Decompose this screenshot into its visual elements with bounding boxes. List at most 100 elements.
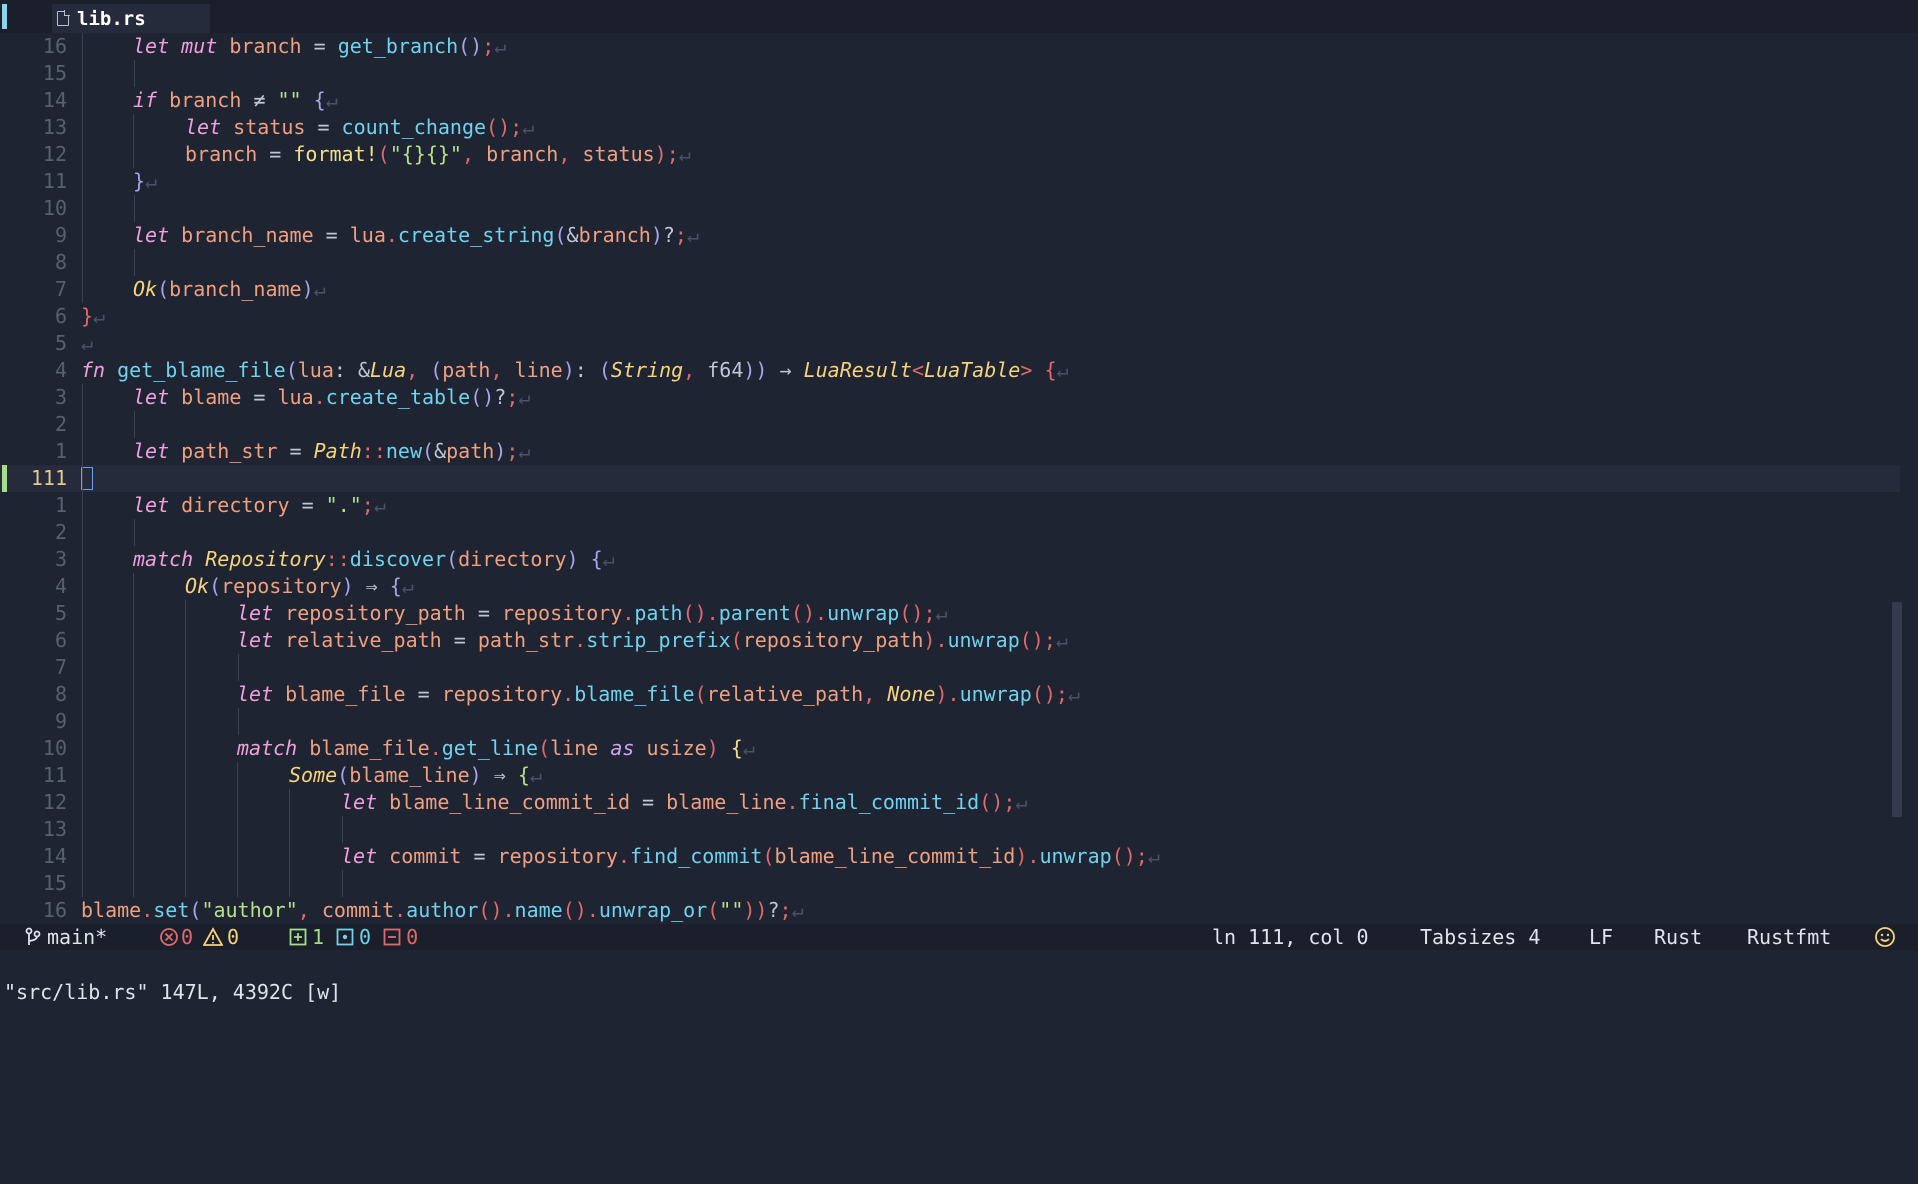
code-line[interactable]: 15 xyxy=(0,60,1900,87)
indent-guide xyxy=(289,870,290,897)
indent-guide xyxy=(238,654,239,681)
code-line[interactable]: 9 xyxy=(0,708,1900,735)
code-line[interactable]: 5 let repository_path = repository.path()… xyxy=(0,600,1900,627)
line-number: 5 xyxy=(54,601,67,625)
code-line[interactable]: 2 xyxy=(0,519,1900,546)
indent-guide xyxy=(185,816,186,843)
status-bar: main* 0 0 1 0 0 ln 111, col 0 Tabsizes 4… xyxy=(0,924,1918,950)
cursor-position[interactable]: ln 111, col 0 xyxy=(1212,924,1369,950)
indent-guide xyxy=(82,249,83,276)
code-line[interactable]: 15 xyxy=(0,870,1900,897)
indent-guide xyxy=(134,195,135,222)
code-line[interactable]: 2 xyxy=(0,411,1900,438)
code-line[interactable]: 13 let status = count_change();↵ xyxy=(0,114,1900,141)
indent-guide xyxy=(82,141,83,168)
code-line[interactable]: 12 branch = format!("{}{}", branch, statu… xyxy=(0,141,1900,168)
formatter[interactable]: Rustfmt xyxy=(1747,924,1831,950)
modified-count: 0 xyxy=(359,925,372,949)
line-ending-text: LF xyxy=(1589,925,1614,949)
indent-guide xyxy=(133,573,134,600)
code-line[interactable]: 3 match Repository::discover(directory) {… xyxy=(0,546,1900,573)
code-line[interactable]: 8 xyxy=(0,249,1900,276)
code-line[interactable]: 4 fn get_blame_file(lua: &Lua, (path, lin… xyxy=(0,357,1900,384)
indent-guide xyxy=(237,816,238,843)
indent-guide xyxy=(82,870,83,897)
code-text: Ok(repository) ⇒ {↵ xyxy=(185,574,414,598)
line-number: 13 xyxy=(42,817,67,841)
code-line[interactable]: 14 let commit = repository.find_commit(bl… xyxy=(0,843,1900,870)
code-line[interactable]: 111 xyxy=(0,465,1900,492)
line-number: 16 xyxy=(42,898,67,922)
line-number: 12 xyxy=(42,142,67,166)
indent-guide xyxy=(82,573,83,600)
code-text: let repository_path = repository.path().… xyxy=(237,601,948,625)
feedback[interactable] xyxy=(1874,924,1896,950)
git-branch[interactable]: main* xyxy=(24,924,107,950)
indent-guide xyxy=(82,708,83,735)
indent-guide xyxy=(237,843,238,870)
code-text: let directory = ".";↵ xyxy=(133,493,386,517)
removed-count: 0 xyxy=(406,925,419,949)
scrollbar-thumb[interactable] xyxy=(1892,602,1902,817)
language-mode[interactable]: Rust xyxy=(1654,924,1702,950)
code-line[interactable]: 7 xyxy=(0,654,1900,681)
indent-guide xyxy=(185,843,186,870)
line-number: 1 xyxy=(54,493,67,517)
modified-icon xyxy=(336,928,354,946)
added-count: 1 xyxy=(312,925,325,949)
code-text: branch = format!("{}{}", branch, status)… xyxy=(185,142,691,166)
code-line[interactable]: 12 let blame_line_commit_id = blame_line.… xyxy=(0,789,1900,816)
code-line[interactable]: 4 Ok(repository) ⇒ {↵ xyxy=(0,573,1900,600)
indent-guide xyxy=(82,60,83,87)
code-line[interactable]: 10 xyxy=(0,195,1900,222)
code-line[interactable]: 1 let directory = ".";↵ xyxy=(0,492,1900,519)
line-number: 8 xyxy=(54,250,67,274)
indent-guide xyxy=(185,600,186,627)
indent-guide xyxy=(82,654,83,681)
code-line[interactable]: 16 blame.set("author", commit.author().na… xyxy=(0,897,1900,924)
line-ending[interactable]: LF xyxy=(1589,924,1613,950)
tab-lib-rs[interactable]: lib.rs xyxy=(52,4,210,33)
code-line[interactable]: 8 let blame_file = repository.blame_file(… xyxy=(0,681,1900,708)
code-text: let blame_file = repository.blame_file(r… xyxy=(237,682,1080,706)
indent-guide xyxy=(237,762,238,789)
code-line[interactable]: 6 let relative_path = path_str.strip_pref… xyxy=(0,627,1900,654)
line-number: 9 xyxy=(54,223,67,247)
removed-icon xyxy=(383,928,401,946)
code-text: Ok(branch_name)↵ xyxy=(133,277,326,301)
git-diff-summary[interactable]: 1 0 0 xyxy=(289,924,418,950)
code-line[interactable]: 6}↵ xyxy=(0,303,1900,330)
code-text: Some(blame_line) ⇒ {↵ xyxy=(289,763,542,787)
indent-guide xyxy=(82,735,83,762)
code-line[interactable]: 1 let path_str = Path::new(&path);↵ xyxy=(0,438,1900,465)
code-line[interactable]: 11}↵ xyxy=(0,168,1900,195)
indent-guide xyxy=(133,708,134,735)
indent-guide xyxy=(82,222,83,249)
indent-guide xyxy=(134,249,135,276)
code-editor[interactable]: 16 let mut branch = get_branch();↵ 15 14 if … xyxy=(0,33,1918,924)
code-text: fn get_blame_file(lua: &Lua, (path, line… xyxy=(81,358,1069,382)
tab-filename: lib.rs xyxy=(77,7,146,30)
code-line[interactable]: 13 xyxy=(0,816,1900,843)
code-line[interactable]: 3 let blame = lua.create_table()?;↵ xyxy=(0,384,1900,411)
code-line[interactable]: 14 if branch ≠ "" {↵ xyxy=(0,87,1900,114)
code-line[interactable]: 11 Some(blame_line) ⇒ {↵ xyxy=(0,762,1900,789)
command-line[interactable]: "src/lib.rs" 147L, 4392C [w] xyxy=(0,950,1918,1004)
code-line[interactable]: 7 Ok(branch_name)↵ xyxy=(0,276,1900,303)
code-line[interactable]: 9 let branch_name = lua.create_string(&br… xyxy=(0,222,1900,249)
indent-guide xyxy=(185,708,186,735)
line-number: 6 xyxy=(54,628,67,652)
code-line[interactable]: 16 let mut branch = get_branch();↵ xyxy=(0,33,1900,60)
file-icon xyxy=(57,10,70,26)
indent-guide xyxy=(82,816,83,843)
indent-guide xyxy=(82,411,83,438)
indent-guide xyxy=(82,465,83,492)
branch-name: main* xyxy=(47,925,108,949)
line-number: 14 xyxy=(42,844,67,868)
tabsize[interactable]: Tabsizes 4 xyxy=(1420,924,1540,950)
code-line[interactable]: 5 ↵ xyxy=(0,330,1900,357)
indent-guide xyxy=(82,438,83,465)
code-line[interactable]: 10 match blame_file.get_line(line as usiz… xyxy=(0,735,1900,762)
indent-guide xyxy=(82,600,83,627)
diagnostics[interactable]: 0 0 xyxy=(159,924,239,950)
